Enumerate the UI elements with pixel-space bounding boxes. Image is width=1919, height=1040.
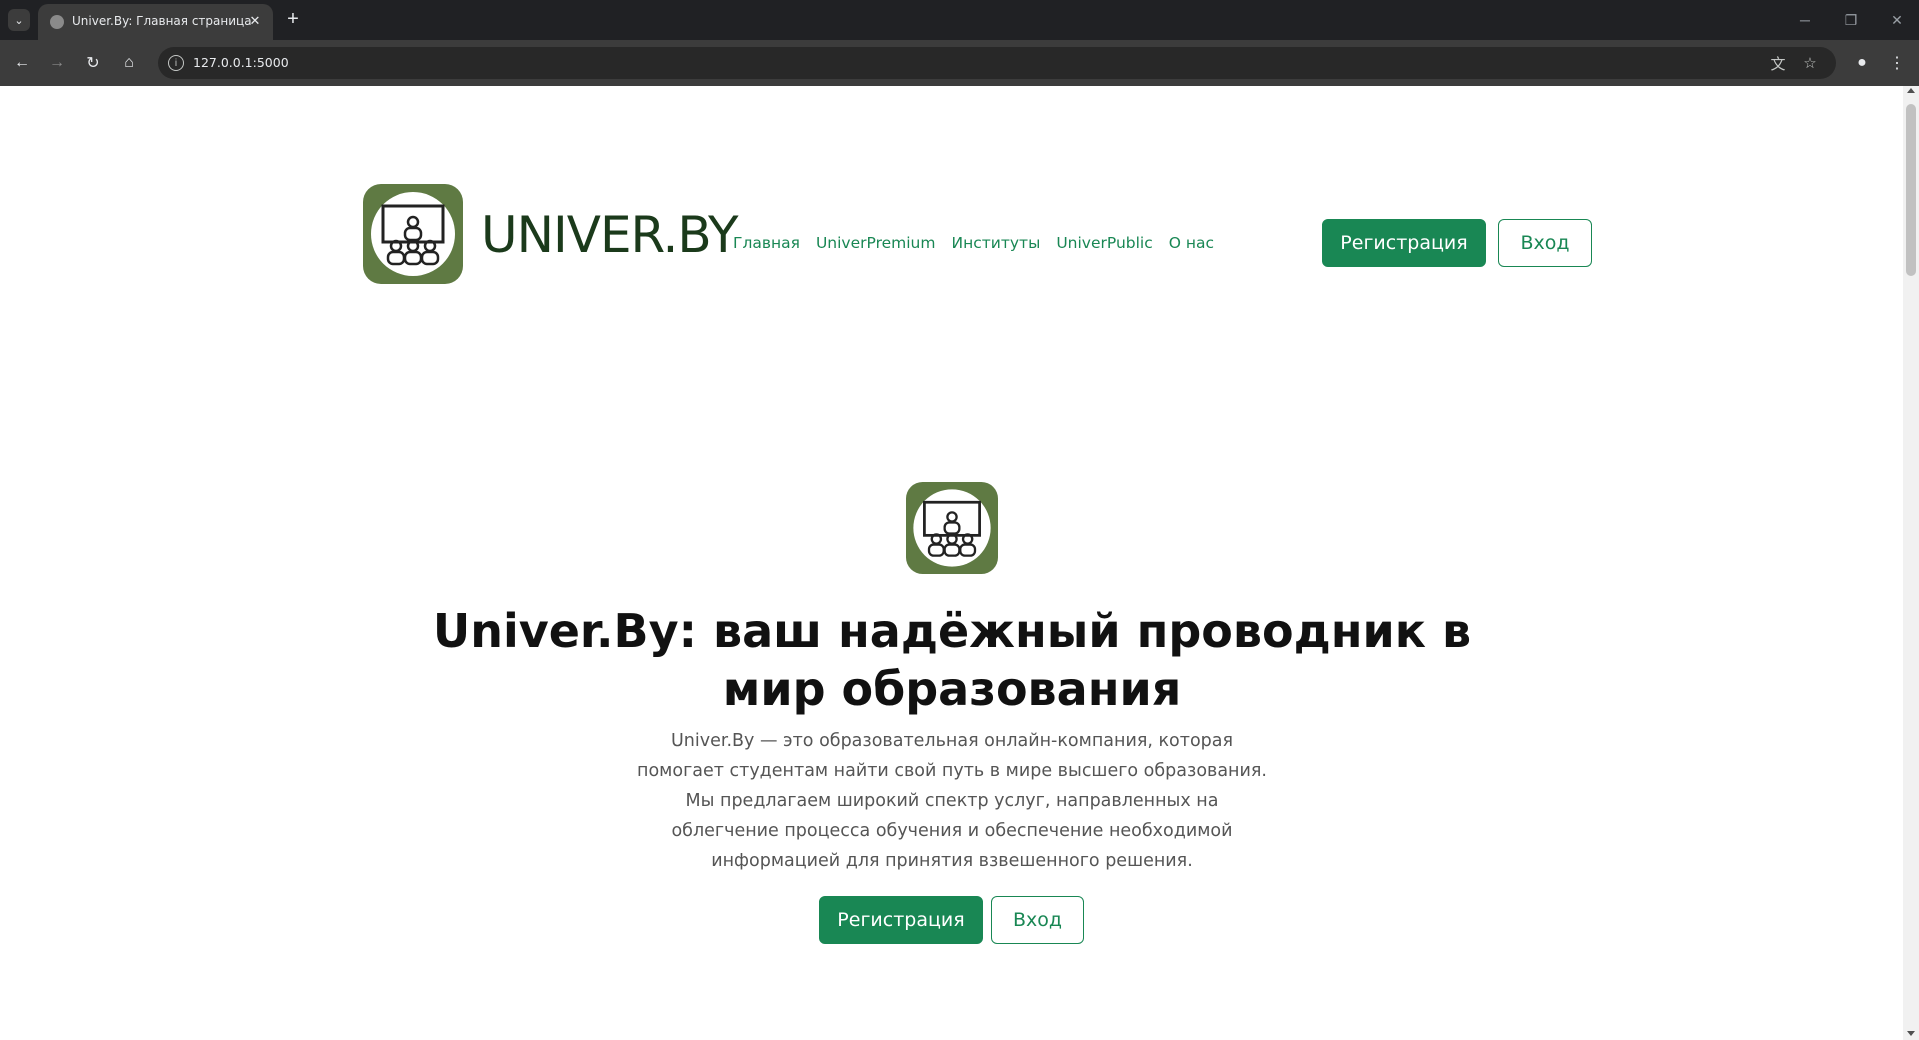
- address-bar[interactable]: i 127.0.0.1:5000 文 ☆: [158, 47, 1836, 79]
- nav-link-institutes[interactable]: Институты: [951, 234, 1040, 252]
- scroll-thumb[interactable]: [1906, 104, 1916, 276]
- close-icon[interactable]: ✕: [246, 12, 264, 30]
- tab-list-icon[interactable]: ⌄: [8, 9, 30, 31]
- nav-link-about[interactable]: О нас: [1169, 234, 1214, 252]
- star-icon[interactable]: ☆: [1800, 53, 1820, 73]
- site-info-icon[interactable]: i: [168, 55, 184, 71]
- page-viewport: UNIVER.BY Главная UniverPremium Институт…: [0, 86, 1903, 1040]
- browser-tabbar: ⌄ Univer.By: Главная страница ✕ + ─ ❐ ✕: [0, 0, 1919, 40]
- main-nav: Главная UniverPremium Институты UniverPu…: [733, 234, 1214, 252]
- browser-toolbar: ← → ↻ ⌂ i 127.0.0.1:5000 文 ☆ ● ⋮: [0, 40, 1919, 86]
- tab-title: Univer.By: Главная страница: [72, 14, 252, 28]
- header-register-button[interactable]: Регистрация: [1322, 219, 1486, 267]
- forward-icon[interactable]: →: [45, 51, 69, 75]
- nav-link-premium[interactable]: UniverPremium: [816, 234, 936, 252]
- profile-icon[interactable]: ●: [1850, 51, 1874, 75]
- hero-register-button[interactable]: Регистрация: [819, 896, 983, 944]
- restore-icon[interactable]: ❐: [1840, 10, 1862, 30]
- back-icon[interactable]: ←: [10, 51, 34, 75]
- plus-icon[interactable]: +: [282, 8, 304, 30]
- browser-tab[interactable]: Univer.By: Главная страница ✕: [38, 4, 273, 40]
- nav-link-home[interactable]: Главная: [733, 234, 800, 252]
- globe-icon: [50, 15, 64, 29]
- nav-link-public[interactable]: UniverPublic: [1056, 234, 1152, 252]
- page-scrollbar[interactable]: [1903, 86, 1919, 1040]
- hero-logo-icon: [906, 482, 998, 574]
- close-window-icon[interactable]: ✕: [1886, 10, 1908, 30]
- hero-title: Univer.By: ваш надёжный проводник в мир …: [432, 604, 1472, 716]
- home-icon[interactable]: ⌂: [117, 51, 141, 75]
- minimize-icon[interactable]: ─: [1794, 10, 1816, 30]
- logo-icon[interactable]: [363, 184, 463, 284]
- reload-icon[interactable]: ↻: [81, 51, 105, 75]
- header-login-button[interactable]: Вход: [1498, 219, 1592, 267]
- translate-icon[interactable]: 文: [1768, 53, 1788, 73]
- brand-name[interactable]: UNIVER.BY: [481, 206, 739, 264]
- url-text[interactable]: 127.0.0.1:5000: [193, 55, 289, 70]
- scroll-up-icon[interactable]: [1907, 88, 1915, 93]
- hero-lead: Univer.By — это образовательная онлайн-к…: [637, 731, 1267, 871]
- scroll-down-icon[interactable]: [1907, 1031, 1915, 1036]
- menu-icon[interactable]: ⋮: [1885, 51, 1909, 75]
- hero-login-button[interactable]: Вход: [991, 896, 1084, 944]
